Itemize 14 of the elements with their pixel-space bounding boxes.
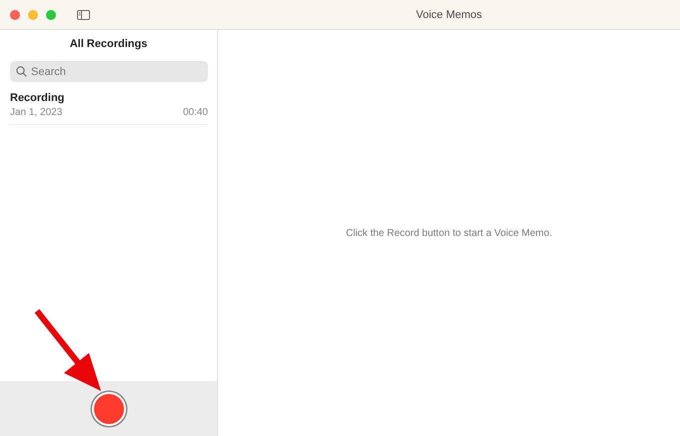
minimize-button[interactable]: [28, 10, 38, 20]
recording-item[interactable]: Recording Jan 1, 2023 00:40: [10, 87, 208, 125]
window-title: Voice Memos: [414, 8, 484, 20]
sidebar-toggle-icon[interactable]: [77, 10, 90, 20]
close-button[interactable]: [10, 10, 20, 20]
recording-date: Jan 1, 2023: [10, 107, 62, 118]
zoom-button[interactable]: [46, 10, 56, 20]
recording-duration: 00:40: [182, 107, 208, 118]
record-button[interactable]: [92, 392, 126, 426]
empty-state-message: Click the Record button to start a Voice Memo.: [346, 228, 552, 238]
sidebar-title: All Recordings: [68, 37, 148, 52]
search-icon: [16, 66, 27, 77]
recording-name: Recording: [10, 92, 66, 104]
search-field[interactable]: Search: [10, 61, 208, 82]
